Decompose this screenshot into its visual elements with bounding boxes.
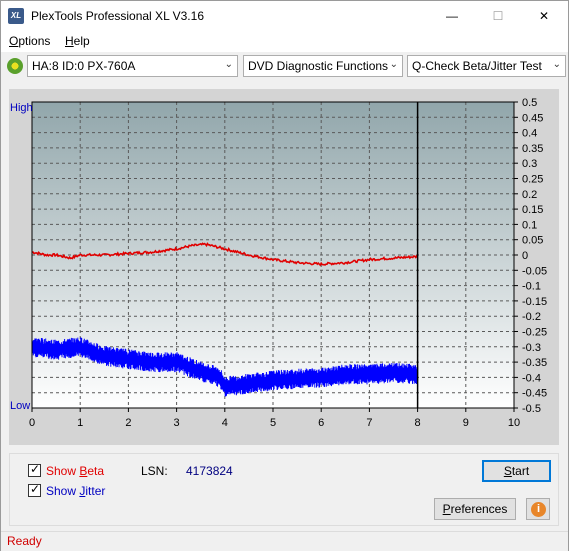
lsn-label: LSN: (141, 464, 168, 478)
menu-help[interactable]: Help (65, 34, 90, 48)
info-icon: i (531, 502, 546, 517)
close-icon: ✕ (538, 9, 550, 23)
info-button[interactable]: i (526, 498, 550, 520)
y-tick-label: -0.3 (522, 342, 541, 354)
menu-help-accel: H (65, 34, 74, 48)
show-jitter-checkbox[interactable] (28, 482, 41, 497)
x-tick-label: 10 (508, 417, 520, 429)
menu-bar: Options Help (1, 31, 568, 52)
start-label: tart (511, 464, 530, 478)
y-tick-label: 0.2 (522, 189, 537, 201)
y-tick-label: 0.4 (522, 128, 537, 140)
low-label: Low (10, 400, 31, 412)
y-tick-label: -0.5 (522, 403, 541, 415)
show-jitter-rest: itter (85, 484, 106, 498)
y-tick-label: 0.05 (522, 235, 543, 247)
show-beta-rest: eta (87, 464, 105, 478)
show-beta-label[interactable]: Show Beta (46, 464, 104, 478)
x-tick-label: 8 (415, 417, 421, 429)
y-tick-label: 0.5 (522, 97, 537, 109)
y-tick-label: -0.4 (522, 372, 541, 384)
chevron-down-icon: ⌄ (389, 59, 398, 70)
y-tick-label: 0.45 (522, 112, 543, 124)
test-select[interactable]: Q-Check Beta/Jitter Test ⌄ (407, 55, 566, 77)
y-tick-label: -0.15 (522, 296, 547, 308)
chevron-down-icon: ⌄ (224, 59, 233, 70)
show-beta-prefix: Show (46, 464, 80, 478)
status-bar: Ready (1, 531, 568, 551)
preferences-accel: P (442, 502, 451, 516)
close-button[interactable]: ✕ (521, 1, 567, 31)
y-tick-label: 0.1 (522, 219, 537, 231)
toolbar: HA:8 ID:0 PX-760A ⌄ DVD Diagnostic Funct… (1, 52, 568, 80)
minimize-button[interactable]: — (429, 1, 475, 31)
y-tick-label: 0.15 (522, 204, 543, 216)
title-bar: XL PlexTools Professional XL V3.16 — ☐ ✕ (1, 1, 568, 31)
menu-help-label: elp (73, 34, 90, 48)
lsn-value: 4173824 (186, 464, 233, 478)
status-text: Ready (7, 534, 42, 548)
app-window: XL PlexTools Professional XL V3.16 — ☐ ✕… (0, 0, 569, 551)
drive-select-value: HA:8 ID:0 PX-760A (32, 59, 136, 73)
y-axis-right: 0.5 0.45 0.4 0.35 0.3 0.25 0.2 0.15 0.1 0.05 0 -0.0… (514, 97, 547, 415)
x-tick-label: 5 (270, 417, 276, 429)
function-select[interactable]: DVD Diagnostic Functions ⌄ (243, 55, 403, 77)
x-tick-label: 7 (366, 417, 372, 429)
menu-options-accel: O (9, 34, 19, 48)
y-tick-label: -0.45 (522, 388, 547, 400)
x-tick-label: 6 (318, 417, 324, 429)
show-beta-checkbox[interactable] (28, 462, 41, 477)
controls-panel: Show Beta Show Jitter LSN: 4173824 Start… (9, 453, 559, 526)
chart-panel: 0 1 2 3 4 5 6 7 8 9 10 0.5 0.45 0.4 0.35 0.3 0.25 0.2 0.1… (9, 89, 559, 445)
x-tick-label: 2 (125, 417, 131, 429)
y-tick-label: -0.2 (522, 311, 541, 323)
y-tick-label: 0 (522, 250, 528, 262)
drive-select[interactable]: HA:8 ID:0 PX-760A ⌄ (27, 55, 238, 77)
minimize-icon: — (446, 9, 458, 23)
start-button[interactable]: Start (482, 460, 551, 482)
maximize-button[interactable]: ☐ (475, 1, 521, 31)
window-title: PlexTools Professional XL V3.16 (31, 9, 204, 23)
high-label: High (10, 102, 33, 114)
x-tick-label: 0 (29, 417, 35, 429)
y-tick-label: -0.35 (522, 357, 547, 369)
preferences-button[interactable]: Preferences (434, 498, 516, 520)
maximize-icon: ☐ (492, 9, 504, 23)
show-jitter-label[interactable]: Show Jitter (46, 484, 105, 498)
y-tick-label: -0.1 (522, 281, 541, 293)
y-tick-label: -0.05 (522, 265, 547, 277)
test-select-value: Q-Check Beta/Jitter Test (412, 59, 542, 73)
y-tick-label: 0.3 (522, 158, 537, 170)
preferences-label: references (450, 502, 508, 516)
show-jitter-prefix: Show (46, 484, 80, 498)
y-tick-label: -0.25 (522, 327, 547, 339)
y-tick-label: 0.35 (522, 143, 543, 155)
function-select-value: DVD Diagnostic Functions (248, 59, 389, 73)
menu-options-label: ptions (18, 34, 51, 48)
y-tick-label: 0.25 (522, 174, 543, 186)
menu-options[interactable]: Options (9, 34, 50, 48)
x-tick-label: 1 (77, 417, 83, 429)
start-accel: S (503, 464, 512, 478)
disc-drive-icon (7, 58, 23, 74)
x-axis: 0 1 2 3 4 5 6 7 8 9 10 (29, 408, 520, 429)
x-tick-label: 9 (463, 417, 469, 429)
app-logo-icon: XL (8, 8, 24, 24)
chevron-down-icon: ⌄ (552, 59, 561, 70)
x-tick-label: 4 (222, 417, 228, 429)
beta-jitter-chart: 0 1 2 3 4 5 6 7 8 9 10 0.5 0.45 0.4 0.35 0.3 0.25 0.2 0.1… (29, 97, 547, 429)
x-tick-label: 3 (174, 417, 180, 429)
